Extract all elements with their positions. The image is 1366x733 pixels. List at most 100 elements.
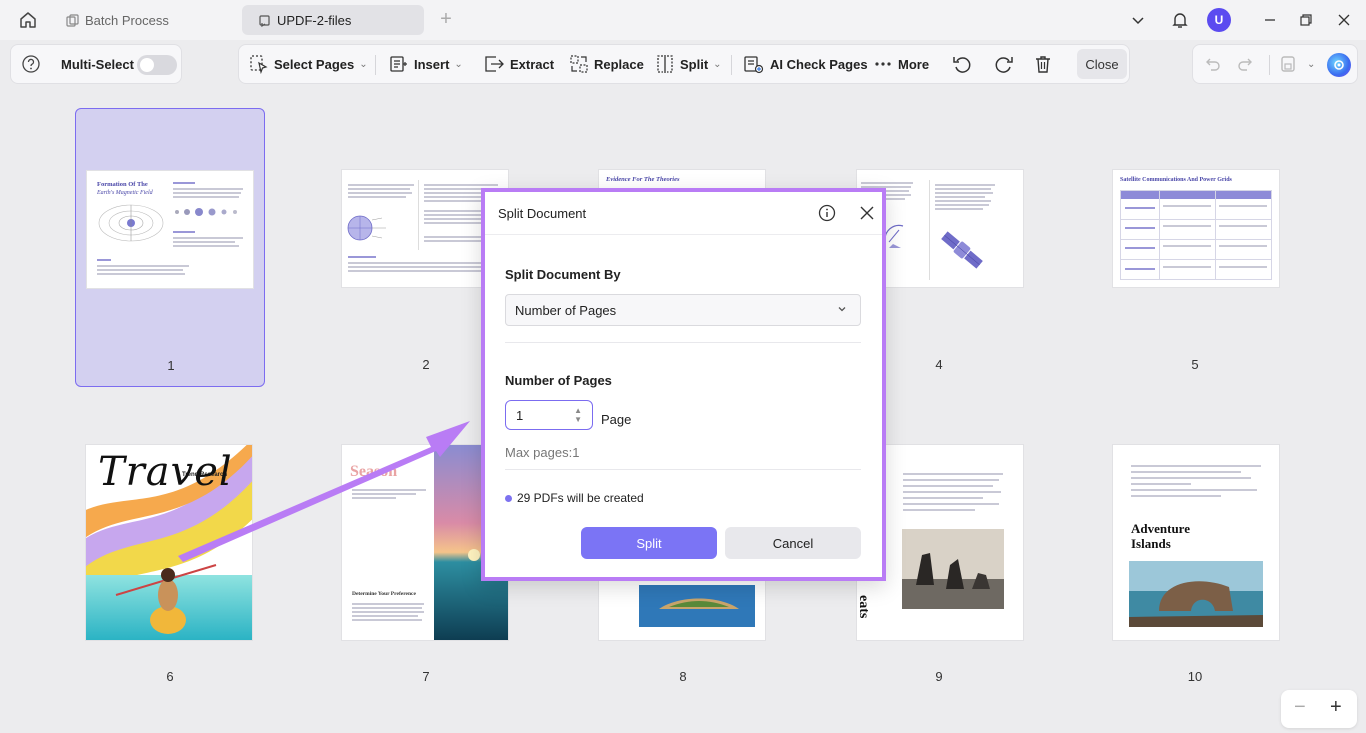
minimize-icon[interactable]	[1256, 8, 1284, 32]
thumb-line	[935, 184, 995, 186]
multi-select-toggle[interactable]	[137, 55, 177, 75]
close-icon[interactable]	[857, 203, 877, 223]
chevron-down-icon[interactable]	[1124, 8, 1152, 32]
document-icon	[259, 14, 270, 27]
insert-icon	[390, 56, 407, 72]
pages-per-file-stepper[interactable]: 1 ▲ ▼	[505, 400, 593, 430]
thumb-title: Satellite Communications And Power Grids	[1120, 177, 1232, 183]
batch-icon	[66, 13, 79, 27]
thumb-line	[352, 497, 396, 499]
page-preview: Trend Research Travel	[86, 445, 252, 640]
page-number: 1	[167, 358, 175, 373]
rotate-left-icon[interactable]	[951, 45, 978, 83]
split-button[interactable]: Split	[581, 527, 717, 559]
add-tab-icon[interactable]: +	[436, 9, 456, 30]
ai-check-pages-button[interactable]: AI Check Pages	[743, 45, 868, 83]
select-pages-label: Select Pages	[274, 56, 355, 72]
island-image	[639, 585, 755, 627]
tab-updf-2-files[interactable]: UPDF-2-files	[242, 5, 424, 35]
undo-icon[interactable]	[1203, 45, 1226, 83]
chevron-down-icon: ⌄	[713, 58, 722, 70]
page-thumbnail-10[interactable]: Adventure Islands 10	[1100, 420, 1290, 699]
replace-button[interactable]: Replace	[569, 45, 644, 83]
thumb-line	[1219, 245, 1267, 247]
thumb-side-title: eats	[857, 595, 871, 619]
extract-button[interactable]: Extract	[483, 45, 554, 83]
page-number: 5	[1191, 357, 1199, 372]
page-number: 9	[935, 669, 943, 684]
rotate-right-icon[interactable]	[993, 45, 1020, 83]
sea-stacks-image	[902, 529, 1004, 609]
dialog-title: Split Document	[498, 206, 587, 221]
page-thumbnail-1[interactable]: Formation Of The Earth's Magnetic Field …	[75, 108, 265, 387]
thumb-subtitle: Determine Your Preference	[352, 591, 416, 597]
thumb-line	[97, 273, 185, 275]
split-button[interactable]: Split ⌄	[655, 45, 722, 83]
ai-assistant-icon[interactable]	[1327, 53, 1351, 77]
history-group: ⌄	[1192, 44, 1358, 84]
unit-label: Page	[601, 412, 632, 427]
thumb-line	[1131, 483, 1191, 485]
thumb-line	[352, 607, 422, 609]
zoom-out-icon[interactable]: −	[1294, 696, 1306, 719]
thumb-line	[1219, 205, 1267, 207]
multi-select-group: Multi-Select	[10, 44, 182, 84]
thumb-line	[173, 241, 235, 243]
home-icon[interactable]	[14, 8, 42, 32]
thumb-line	[1125, 207, 1155, 209]
insert-label: Insert	[414, 56, 450, 72]
thumb-line	[935, 196, 985, 198]
tab-label: UPDF-2-files	[277, 12, 352, 28]
divider	[731, 55, 732, 75]
page-preview: Formation Of The Earth's Magnetic Field	[87, 171, 253, 288]
tab-batch-process[interactable]: Batch Process	[50, 5, 238, 35]
save-icon[interactable]: ⌄	[1279, 45, 1315, 83]
tab-label: Batch Process	[85, 12, 169, 28]
page-number: 10	[1187, 669, 1203, 684]
table-grid	[1159, 191, 1160, 279]
zoom-in-icon[interactable]: +	[1330, 696, 1342, 719]
extract-icon	[485, 56, 504, 72]
zoom-controls: − +	[1281, 690, 1357, 728]
close-button[interactable]: Close	[1077, 49, 1127, 79]
pages-per-file-value: 1	[516, 407, 524, 423]
restore-icon[interactable]	[1292, 8, 1320, 32]
page-preview: Adventure Islands	[1113, 445, 1279, 640]
split-by-value: Number of Pages	[515, 302, 617, 318]
thumb-line	[935, 192, 993, 194]
thumb-table	[1120, 190, 1272, 280]
page-number: 8	[679, 669, 687, 684]
cancel-button[interactable]: Cancel	[725, 527, 861, 559]
thumb-line	[352, 603, 424, 605]
chevron-down-icon: ⌄	[1307, 58, 1316, 70]
page-thumbnail-5[interactable]: Satellite Communications And Power Grids…	[1100, 108, 1290, 387]
planet-row-figure	[175, 208, 237, 216]
thumb-big-title: Travel	[98, 449, 233, 495]
bullet-icon	[505, 494, 512, 502]
thumb-title: Evidence For The Theories	[606, 176, 680, 183]
split-label: Split	[680, 56, 709, 72]
close-window-icon[interactable]	[1330, 8, 1358, 32]
thumb-title: Season	[350, 463, 398, 480]
pdf-count-text: 29 PDFs will be created	[517, 491, 644, 505]
redo-icon[interactable]	[1237, 45, 1260, 83]
stepper-arrows-icon[interactable]: ▲ ▼	[574, 406, 582, 424]
thumb-line	[173, 245, 239, 247]
avatar[interactable]: U	[1207, 8, 1231, 32]
more-button[interactable]: More	[873, 45, 929, 83]
thumb-line	[903, 491, 1001, 493]
help-icon[interactable]	[21, 45, 46, 83]
bell-icon[interactable]	[1166, 8, 1194, 32]
divider	[1269, 55, 1270, 75]
insert-button[interactable]: Insert ⌄	[389, 45, 463, 83]
page-thumbnail-6[interactable]: Trend Research Travel 6	[75, 420, 265, 699]
divider	[485, 234, 882, 235]
split-by-select[interactable]: Number of Pages	[505, 294, 861, 326]
thumb-line	[348, 184, 414, 186]
column-divider	[929, 180, 930, 280]
select-pages-button[interactable]: Select Pages ⌄	[249, 45, 368, 83]
trash-icon[interactable]	[1033, 45, 1058, 83]
info-icon[interactable]	[817, 203, 837, 223]
rock-arch-image	[1129, 561, 1263, 627]
thumb-line	[1125, 268, 1155, 270]
